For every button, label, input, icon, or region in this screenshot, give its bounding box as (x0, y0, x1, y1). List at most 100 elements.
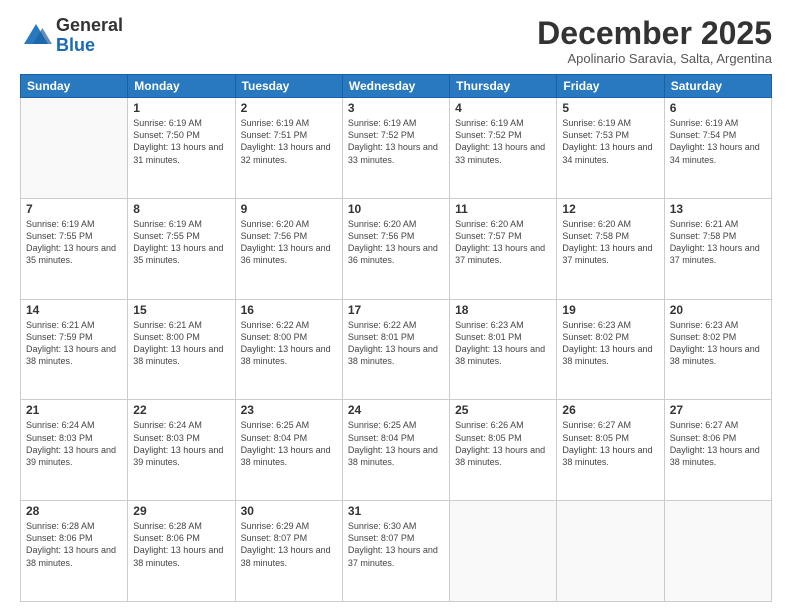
day-info: Sunrise: 6:19 AM Sunset: 7:50 PM Dayligh… (133, 117, 229, 166)
day-number: 16 (241, 303, 337, 317)
calendar-cell: 22 Sunrise: 6:24 AM Sunset: 8:03 PM Dayli… (128, 400, 235, 501)
day-info: Sunrise: 6:26 AM Sunset: 8:05 PM Dayligh… (455, 419, 551, 468)
header: General Blue December 2025 Apolinario Sa… (20, 16, 772, 66)
location-subtitle: Apolinario Saravia, Salta, Argentina (537, 51, 772, 66)
logo-blue: Blue (56, 35, 95, 55)
day-info: Sunrise: 6:25 AM Sunset: 8:04 PM Dayligh… (348, 419, 444, 468)
calendar-cell (450, 501, 557, 602)
week-row-1: 1 Sunrise: 6:19 AM Sunset: 7:50 PM Daylig… (21, 98, 772, 199)
header-saturday: Saturday (664, 75, 771, 98)
day-number: 12 (562, 202, 658, 216)
day-info: Sunrise: 6:20 AM Sunset: 7:57 PM Dayligh… (455, 218, 551, 267)
calendar-cell: 9Sunrise: 6:20 AM Sunset: 7:56 PM Daylig… (235, 198, 342, 299)
header-tuesday: Tuesday (235, 75, 342, 98)
day-info: Sunrise: 6:29 AM Sunset: 8:07 PM Dayligh… (241, 520, 337, 569)
day-info: Sunrise: 6:27 AM Sunset: 8:05 PM Dayligh… (562, 419, 658, 468)
day-number: 17 (348, 303, 444, 317)
day-number: 14 (26, 303, 122, 317)
month-title: December 2025 (537, 16, 772, 51)
day-number: 26 (562, 403, 658, 417)
day-info: Sunrise: 6:21 AM Sunset: 8:00 PM Dayligh… (133, 319, 229, 368)
day-number: 9 (241, 202, 337, 216)
day-info: Sunrise: 6:19 AM Sunset: 7:55 PM Dayligh… (133, 218, 229, 267)
day-info: Sunrise: 6:23 AM Sunset: 8:02 PM Dayligh… (670, 319, 766, 368)
calendar-cell: 17Sunrise: 6:22 AM Sunset: 8:01 PM Dayli… (342, 299, 449, 400)
calendar-cell: 15Sunrise: 6:21 AM Sunset: 8:00 PM Dayli… (128, 299, 235, 400)
day-info: Sunrise: 6:30 AM Sunset: 8:07 PM Dayligh… (348, 520, 444, 569)
day-info: Sunrise: 6:28 AM Sunset: 8:06 PM Dayligh… (26, 520, 122, 569)
day-number: 6 (670, 101, 766, 115)
header-monday: Monday (128, 75, 235, 98)
calendar-cell: 24 Sunrise: 6:25 AM Sunset: 8:04 PM Dayli… (342, 400, 449, 501)
day-number: 25 (455, 403, 551, 417)
page: General Blue December 2025 Apolinario Sa… (0, 0, 792, 612)
calendar-cell: 12Sunrise: 6:20 AM Sunset: 7:58 PM Dayli… (557, 198, 664, 299)
calendar-cell: 1 Sunrise: 6:19 AM Sunset: 7:50 PM Daylig… (128, 98, 235, 199)
day-number: 11 (455, 202, 551, 216)
day-info: Sunrise: 6:19 AM Sunset: 7:53 PM Dayligh… (562, 117, 658, 166)
day-number: 28 (26, 504, 122, 518)
day-number: 8 (133, 202, 229, 216)
calendar-cell: 30 Sunrise: 6:29 AM Sunset: 8:07 PM Dayli… (235, 501, 342, 602)
day-number: 31 (348, 504, 444, 518)
calendar-cell: 16 Sunrise: 6:22 AM Sunset: 8:00 PM Dayli… (235, 299, 342, 400)
day-info: Sunrise: 6:28 AM Sunset: 8:06 PM Dayligh… (133, 520, 229, 569)
day-number: 23 (241, 403, 337, 417)
calendar-cell: 6 Sunrise: 6:19 AM Sunset: 7:54 PM Daylig… (664, 98, 771, 199)
calendar-cell: 26 Sunrise: 6:27 AM Sunset: 8:05 PM Dayli… (557, 400, 664, 501)
day-info: Sunrise: 6:24 AM Sunset: 8:03 PM Dayligh… (26, 419, 122, 468)
calendar-cell: 5 Sunrise: 6:19 AM Sunset: 7:53 PM Daylig… (557, 98, 664, 199)
day-number: 13 (670, 202, 766, 216)
calendar-cell: 19Sunrise: 6:23 AM Sunset: 8:02 PM Dayli… (557, 299, 664, 400)
week-row-5: 28 Sunrise: 6:28 AM Sunset: 8:06 PM Dayli… (21, 501, 772, 602)
day-number: 3 (348, 101, 444, 115)
calendar-cell: 10 Sunrise: 6:20 AM Sunset: 7:56 PM Dayli… (342, 198, 449, 299)
header-sunday: Sunday (21, 75, 128, 98)
logo-text: General Blue (56, 16, 123, 56)
calendar-header-row: Sunday Monday Tuesday Wednesday Thursday… (21, 75, 772, 98)
day-info: Sunrise: 6:25 AM Sunset: 8:04 PM Dayligh… (241, 419, 337, 468)
day-number: 1 (133, 101, 229, 115)
calendar-cell: 7 Sunrise: 6:19 AM Sunset: 7:55 PM Daylig… (21, 198, 128, 299)
calendar-cell: 14 Sunrise: 6:21 AM Sunset: 7:59 PM Dayli… (21, 299, 128, 400)
day-info: Sunrise: 6:19 AM Sunset: 7:54 PM Dayligh… (670, 117, 766, 166)
calendar-cell: 21 Sunrise: 6:24 AM Sunset: 8:03 PM Dayli… (21, 400, 128, 501)
day-number: 30 (241, 504, 337, 518)
day-info: Sunrise: 6:19 AM Sunset: 7:52 PM Dayligh… (455, 117, 551, 166)
day-number: 2 (241, 101, 337, 115)
calendar-cell: 4Sunrise: 6:19 AM Sunset: 7:52 PM Daylig… (450, 98, 557, 199)
header-friday: Friday (557, 75, 664, 98)
day-info: Sunrise: 6:19 AM Sunset: 7:55 PM Dayligh… (26, 218, 122, 267)
day-number: 27 (670, 403, 766, 417)
calendar-cell: 3Sunrise: 6:19 AM Sunset: 7:52 PM Daylig… (342, 98, 449, 199)
calendar-cell: 29 Sunrise: 6:28 AM Sunset: 8:06 PM Dayli… (128, 501, 235, 602)
day-number: 21 (26, 403, 122, 417)
calendar-table: Sunday Monday Tuesday Wednesday Thursday… (20, 74, 772, 602)
day-info: Sunrise: 6:23 AM Sunset: 8:02 PM Dayligh… (562, 319, 658, 368)
day-number: 29 (133, 504, 229, 518)
day-info: Sunrise: 6:21 AM Sunset: 7:58 PM Dayligh… (670, 218, 766, 267)
day-info: Sunrise: 6:21 AM Sunset: 7:59 PM Dayligh… (26, 319, 122, 368)
calendar-cell: 31 Sunrise: 6:30 AM Sunset: 8:07 PM Dayli… (342, 501, 449, 602)
day-info: Sunrise: 6:27 AM Sunset: 8:06 PM Dayligh… (670, 419, 766, 468)
day-number: 10 (348, 202, 444, 216)
day-number: 18 (455, 303, 551, 317)
day-number: 7 (26, 202, 122, 216)
calendar-cell: 8 Sunrise: 6:19 AM Sunset: 7:55 PM Daylig… (128, 198, 235, 299)
day-number: 20 (670, 303, 766, 317)
week-row-4: 21 Sunrise: 6:24 AM Sunset: 8:03 PM Dayli… (21, 400, 772, 501)
day-info: Sunrise: 6:20 AM Sunset: 7:56 PM Dayligh… (348, 218, 444, 267)
day-info: Sunrise: 6:23 AM Sunset: 8:01 PM Dayligh… (455, 319, 551, 368)
calendar-cell (664, 501, 771, 602)
day-number: 5 (562, 101, 658, 115)
day-info: Sunrise: 6:22 AM Sunset: 8:00 PM Dayligh… (241, 319, 337, 368)
day-number: 22 (133, 403, 229, 417)
day-info: Sunrise: 6:19 AM Sunset: 7:51 PM Dayligh… (241, 117, 337, 166)
day-info: Sunrise: 6:24 AM Sunset: 8:03 PM Dayligh… (133, 419, 229, 468)
calendar-cell: 27 Sunrise: 6:27 AM Sunset: 8:06 PM Dayli… (664, 400, 771, 501)
calendar-cell: 20 Sunrise: 6:23 AM Sunset: 8:02 PM Dayli… (664, 299, 771, 400)
week-row-2: 7 Sunrise: 6:19 AM Sunset: 7:55 PM Daylig… (21, 198, 772, 299)
calendar-cell: 2 Sunrise: 6:19 AM Sunset: 7:51 PM Daylig… (235, 98, 342, 199)
calendar-cell: 18 Sunrise: 6:23 AM Sunset: 8:01 PM Dayli… (450, 299, 557, 400)
day-number: 24 (348, 403, 444, 417)
